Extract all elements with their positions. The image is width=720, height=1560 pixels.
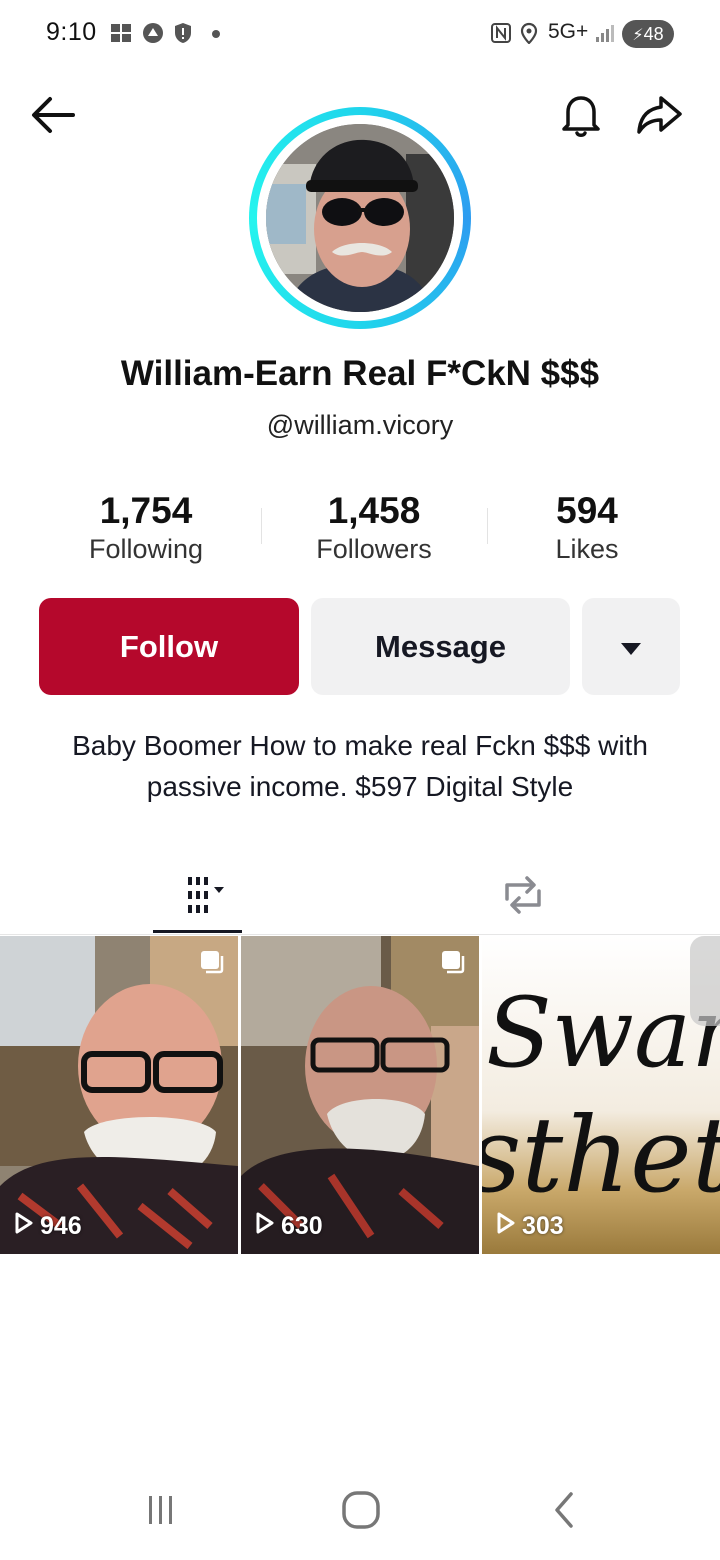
stat-divider [261, 508, 262, 544]
app-icon [142, 22, 164, 44]
videos-grid-icon [166, 873, 230, 922]
notification-icon [110, 22, 132, 44]
signal-icon [594, 22, 616, 44]
avatar[interactable] [266, 124, 454, 312]
status-bar: 9:10 5G+ ⚡48 [0, 0, 720, 70]
tab-videos[interactable] [153, 862, 242, 932]
stat-label: Followers [316, 534, 432, 564]
message-button[interactable]: Message [311, 598, 570, 695]
tab-reposts[interactable] [480, 862, 566, 932]
network-label: 5G+ [548, 20, 589, 43]
location-icon [518, 22, 540, 45]
stat-likes[interactable]: 594 Likes [487, 490, 687, 565]
stat-value: 594 [556, 490, 618, 531]
view-count-value: 630 [281, 1212, 323, 1240]
back-nav-button[interactable] [535, 1480, 595, 1540]
dot-icon [208, 22, 230, 44]
username: @william.vicory [266, 410, 454, 440]
play-icon [14, 1211, 34, 1242]
more-options-button[interactable] [582, 598, 680, 695]
shield-icon [172, 22, 194, 44]
display-name: William-Earn Real F*CkN $$$ [120, 354, 600, 393]
video-thumbnail[interactable]: Swank stheti 303 [482, 936, 720, 1254]
view-count-value: 946 [40, 1212, 82, 1240]
multi-photo-icon [441, 950, 465, 974]
stat-followers[interactable]: 1,458 Followers [274, 490, 474, 565]
stat-label: Following [88, 534, 204, 564]
play-icon [496, 1211, 516, 1242]
repost-icon [499, 873, 547, 922]
video-thumbnail[interactable]: 630 [241, 936, 479, 1254]
stat-following[interactable]: 1,754 Following [46, 490, 246, 565]
back-arrow-icon[interactable] [28, 90, 78, 140]
recent-apps-button[interactable] [131, 1480, 191, 1540]
view-count-value: 303 [522, 1212, 564, 1240]
thumb-text-line2: stheti [482, 1094, 720, 1216]
thumb-text-line1: Swank [486, 977, 720, 1089]
view-count: 946 [14, 1211, 82, 1242]
battery-icon: ⚡48 [622, 20, 674, 48]
multi-photo-icon [200, 950, 224, 974]
stat-value: 1,754 [99, 490, 193, 531]
active-tab-indicator [153, 930, 242, 933]
status-time: 9:10 [46, 18, 97, 46]
video-thumbnail[interactable]: 946 [0, 936, 238, 1254]
bell-icon[interactable] [556, 90, 606, 140]
scroll-handle[interactable] [690, 936, 720, 1026]
follow-button[interactable]: Follow [39, 598, 299, 695]
nfc-icon [490, 22, 512, 44]
battery-level: 48 [643, 24, 664, 44]
play-icon [255, 1211, 275, 1242]
view-count: 630 [255, 1211, 323, 1242]
home-button[interactable] [331, 1480, 391, 1540]
stat-value: 1,458 [327, 490, 421, 531]
tab-divider [0, 934, 720, 935]
share-icon[interactable] [634, 90, 684, 140]
caret-down-icon [620, 629, 642, 665]
stat-label: Likes [555, 534, 619, 564]
bio: Baby Boomer How to make real Fckn $$$ wi… [72, 730, 648, 802]
view-count: 303 [496, 1211, 564, 1242]
